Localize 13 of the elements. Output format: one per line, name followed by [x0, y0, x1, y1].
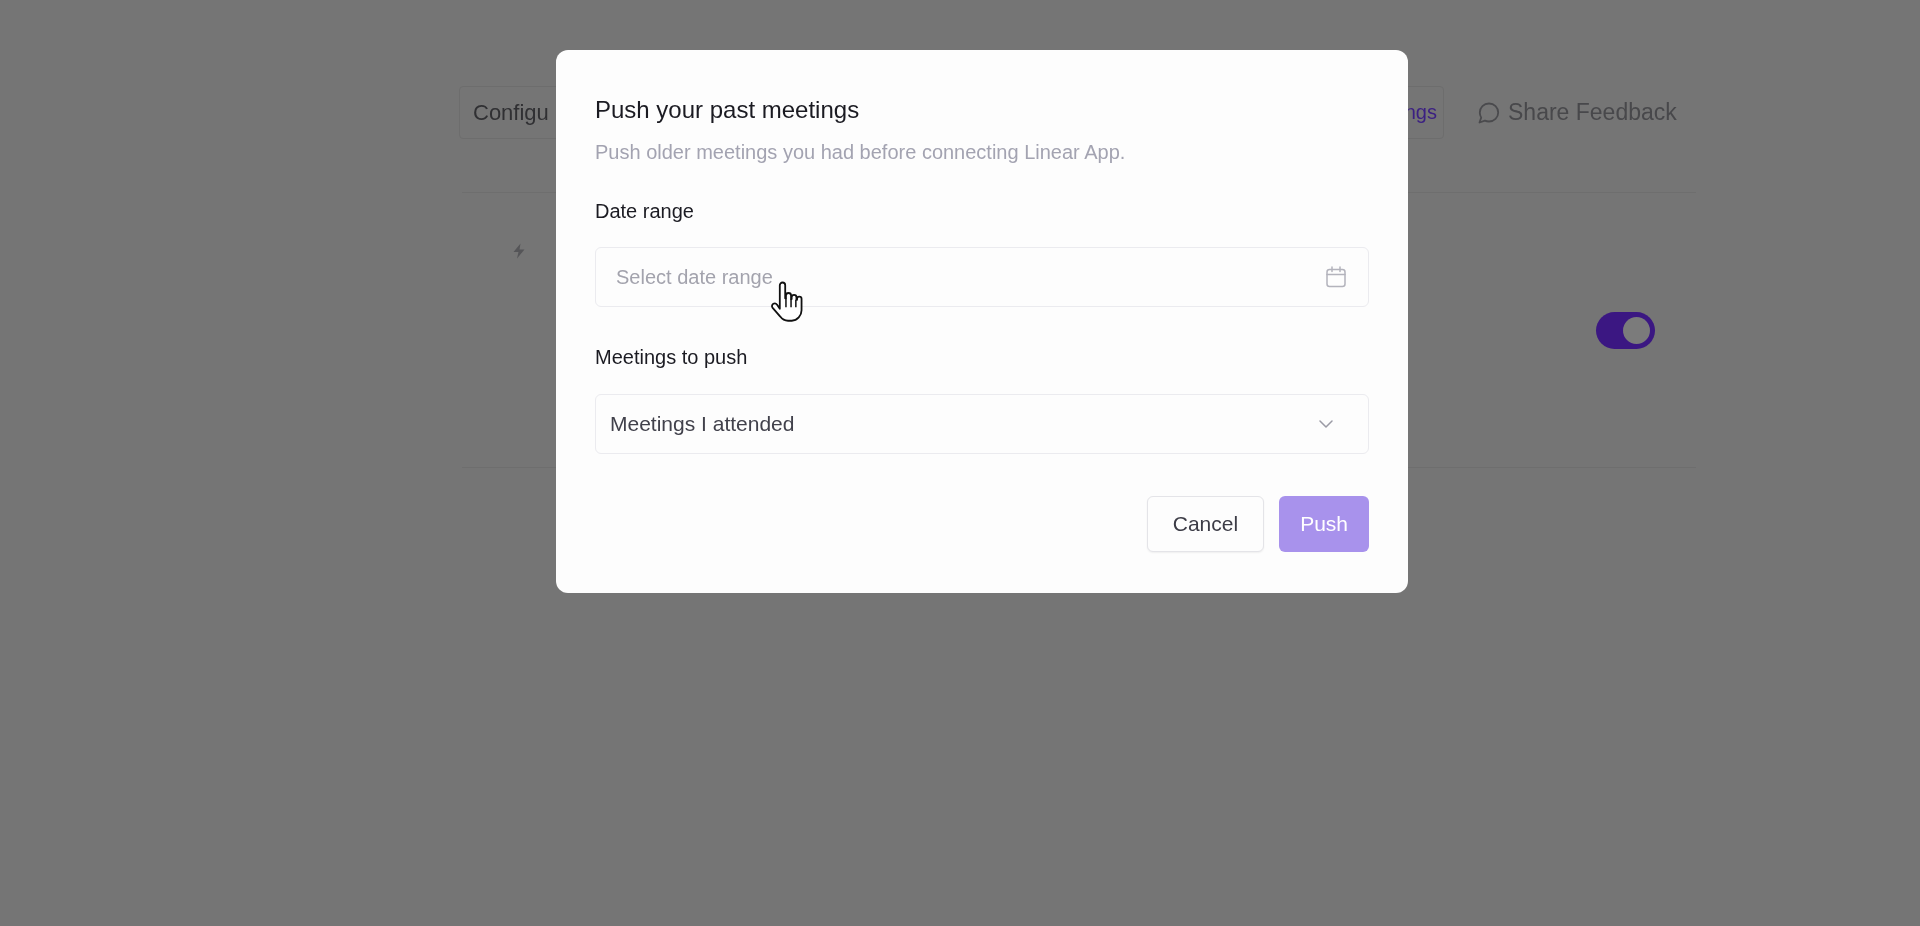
chat-bubble-icon — [1478, 101, 1500, 124]
dialog-subtitle: Push older meetings you had before connecting Linear App. — [595, 140, 1127, 165]
lightning-icon — [511, 243, 527, 259]
toggle-switch[interactable] — [1596, 312, 1655, 349]
field-label: Meetings to push — [595, 345, 749, 370]
field-label: Date range — [595, 199, 695, 224]
date-range-input[interactable]: Select date range — [595, 247, 1369, 307]
dialog-title: Push your past meetings — [595, 95, 861, 125]
chevron-down-icon — [1319, 420, 1333, 428]
cancel-button[interactable]: Cancel — [1146, 496, 1265, 552]
calendar-icon — [1325, 266, 1347, 288]
meetings-dropdown[interactable]: Meetings I attended — [595, 394, 1369, 454]
tab[interactable]: Configu — [460, 87, 562, 138]
